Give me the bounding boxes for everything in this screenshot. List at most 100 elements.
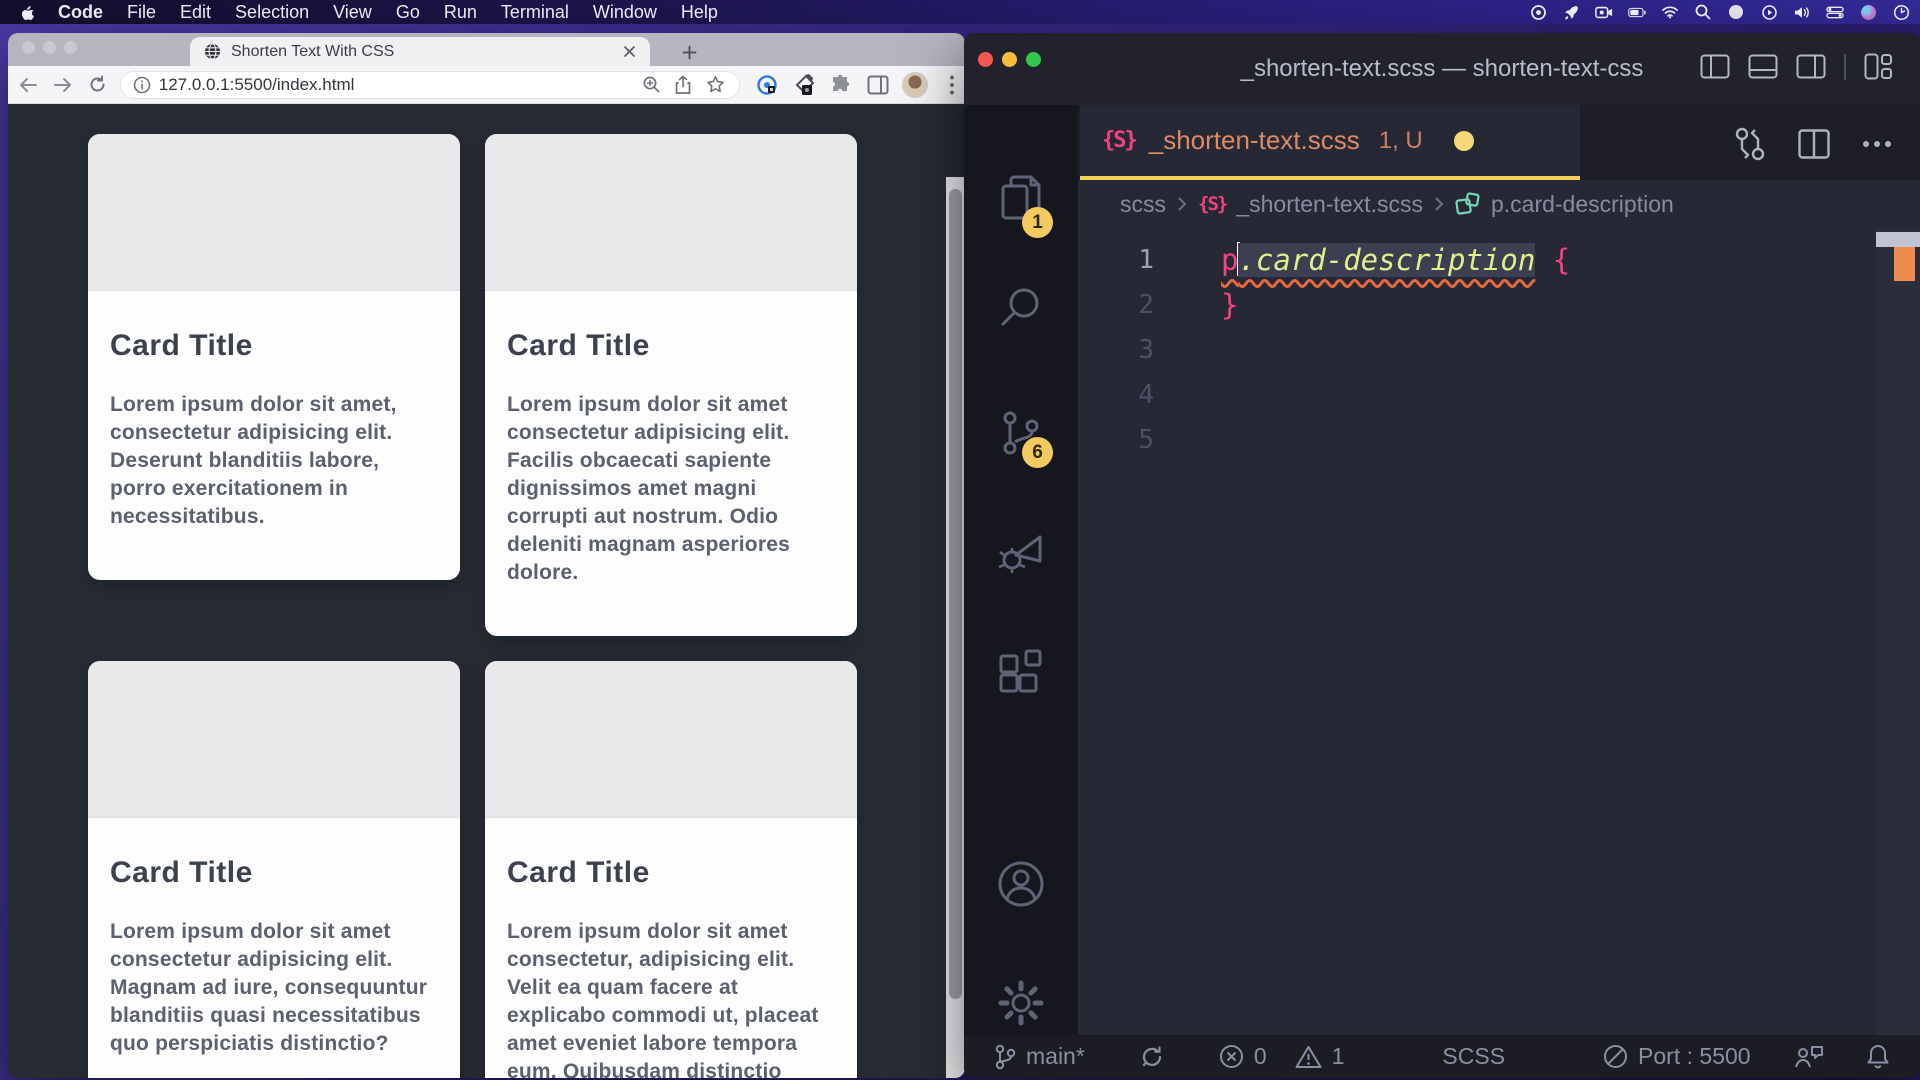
password-manager-icon[interactable] [754,72,780,98]
code-line-5[interactable]: 5 [1078,417,1920,462]
chrome-menu-icon[interactable] [939,72,965,98]
new-tab-button[interactable] [676,39,702,65]
editor-scrollbar-slider[interactable] [1876,232,1920,247]
card-2-image-placeholder [485,134,857,291]
breadcrumb-file[interactable]: _shorten-text.scss [1236,191,1423,218]
zoom-window-button[interactable] [64,41,77,54]
toggle-panel-icon[interactable] [1748,54,1778,79]
wifi-icon[interactable] [1661,3,1679,21]
menu-terminal[interactable]: Terminal [489,2,581,23]
warnings-count[interactable]: 1 [1332,1043,1345,1070]
code-line-1[interactable]: 1 p.card-description { [1078,237,1920,282]
sync-icon[interactable] [1139,1044,1165,1070]
warnings-icon[interactable] [1295,1045,1322,1069]
split-editor-icon[interactable] [1798,129,1830,159]
sidebar-item-extensions[interactable] [964,624,1078,720]
spotlight-search-icon[interactable] [1694,3,1712,21]
vscode-window-controls[interactable] [978,52,1041,67]
back-icon[interactable] [14,70,43,100]
card-3: Card Title Lorem ipsum dolor sit amet co… [88,661,460,1078]
language-mode[interactable]: SCSS [1442,1043,1505,1070]
menu-window[interactable]: Window [581,2,669,23]
errors-icon[interactable] [1219,1044,1244,1069]
live-server-port[interactable]: Port : 5500 [1638,1043,1751,1070]
code-line-2[interactable]: 2 } [1078,282,1920,327]
notifications-bell-icon[interactable] [1866,1043,1890,1070]
editor-tab-bar: {S} _shorten-text.scss 1, U [1078,105,1920,180]
tab-filename: _shorten-text.scss [1149,125,1360,156]
volume-icon[interactable] [1793,3,1811,21]
card-2-description: Lorem ipsum dolor sit amet consectetur a… [507,391,825,587]
menu-view[interactable]: View [321,2,384,23]
more-actions-icon[interactable] [1862,140,1892,148]
zoom-window-button[interactable] [1026,52,1041,67]
toggle-primary-sidebar-icon[interactable] [1700,54,1730,79]
account-icon[interactable] [964,836,1078,932]
play-circle-icon[interactable] [1760,3,1778,21]
vscode-window-title: _shorten-text.scss — shorten-text-css [1241,55,1644,83]
minimize-window-button[interactable] [1002,52,1017,67]
unsaved-changes-dot-icon[interactable] [1454,131,1474,151]
browser-window-controls[interactable] [22,41,77,54]
close-window-button[interactable] [978,52,993,67]
menu-help[interactable]: Help [669,2,730,23]
apple-logo-icon[interactable] [20,3,36,21]
profile-avatar[interactable] [902,72,928,98]
selector-class-token: .card-description [1238,243,1535,277]
card-3-description: Lorem ipsum dolor sit amet consectetur a… [110,918,428,1058]
siri-icon[interactable] [1859,3,1877,21]
breadcrumb-folder[interactable]: scss [1120,191,1166,218]
url-text[interactable]: 127.0.0.1:5500/index.html [159,75,631,95]
forward-icon[interactable] [49,70,78,100]
branch-name[interactable]: main* [1026,1043,1085,1070]
rocket-icon[interactable] [1562,3,1580,21]
menu-edit[interactable]: Edit [168,2,223,23]
menu-run[interactable]: Run [432,2,489,23]
editor-overview-ruler[interactable] [1876,228,1920,1035]
reload-icon[interactable] [83,70,112,100]
minimize-window-button[interactable] [43,41,56,54]
tab-close-icon[interactable] [623,45,636,58]
screen-record-icon[interactable] [1595,3,1613,21]
sidebar-item-source-control[interactable]: 6 [964,385,1078,481]
errors-count[interactable]: 0 [1254,1043,1267,1070]
menu-file[interactable]: File [115,2,168,23]
focus-mode-icon[interactable] [1727,3,1745,21]
sidebar-item-run-debug[interactable] [964,503,1078,599]
code-line-4[interactable]: 4 [1078,372,1920,417]
menu-selection[interactable]: Selection [223,2,321,23]
close-window-button[interactable] [22,41,35,54]
customize-layout-icon[interactable] [1864,53,1892,80]
side-panel-icon[interactable] [865,72,891,98]
extension-icons [754,72,965,98]
open-changes-icon[interactable] [1734,127,1766,161]
card-1-image-placeholder [88,134,460,291]
record-icon[interactable] [1529,3,1547,21]
menu-go[interactable]: Go [384,2,432,23]
code-editor[interactable]: 1 p.card-description { 2 } 3 4 5 [1078,228,1920,1035]
page-scrollbar[interactable] [946,177,965,1078]
battery-icon[interactable] [1628,3,1646,21]
browser-tab[interactable]: Shorten Text With CSS [190,37,650,66]
control-center-icon[interactable] [1826,3,1844,21]
sidebar-item-explorer[interactable]: 1 [964,151,1078,247]
bookmark-star-icon[interactable] [703,73,727,97]
sidebar-item-search[interactable] [964,259,1078,355]
editor-tab-active[interactable]: {S} _shorten-text.scss 1, U [1080,105,1580,180]
web-page: Card Title Lorem ipsum dolor sit amet, c… [8,105,965,1078]
card-4-description: Lorem ipsum dolor sit amet consectetur, … [507,918,825,1078]
clock-icon[interactable] [1892,3,1910,21]
page-scrollbar-thumb[interactable] [949,189,962,999]
menu-app-name[interactable]: Code [46,2,115,23]
toggle-secondary-sidebar-icon[interactable] [1796,54,1826,79]
site-info-icon[interactable] [133,76,151,94]
share-icon[interactable] [671,73,695,97]
code-line-3[interactable]: 3 [1078,327,1920,372]
zoom-page-icon[interactable] [639,73,663,97]
feedback-icon[interactable] [1794,1044,1824,1070]
breadcrumb-symbol[interactable]: p.card-description [1491,191,1674,218]
address-bar[interactable]: 127.0.0.1:5500/index.html [120,71,740,99]
extensions-puzzle-icon[interactable] [828,72,854,98]
color-picker-icon[interactable] [791,72,817,98]
vscode-window: _shorten-text.scss — shorten-text-css 1 … [964,33,1920,1078]
